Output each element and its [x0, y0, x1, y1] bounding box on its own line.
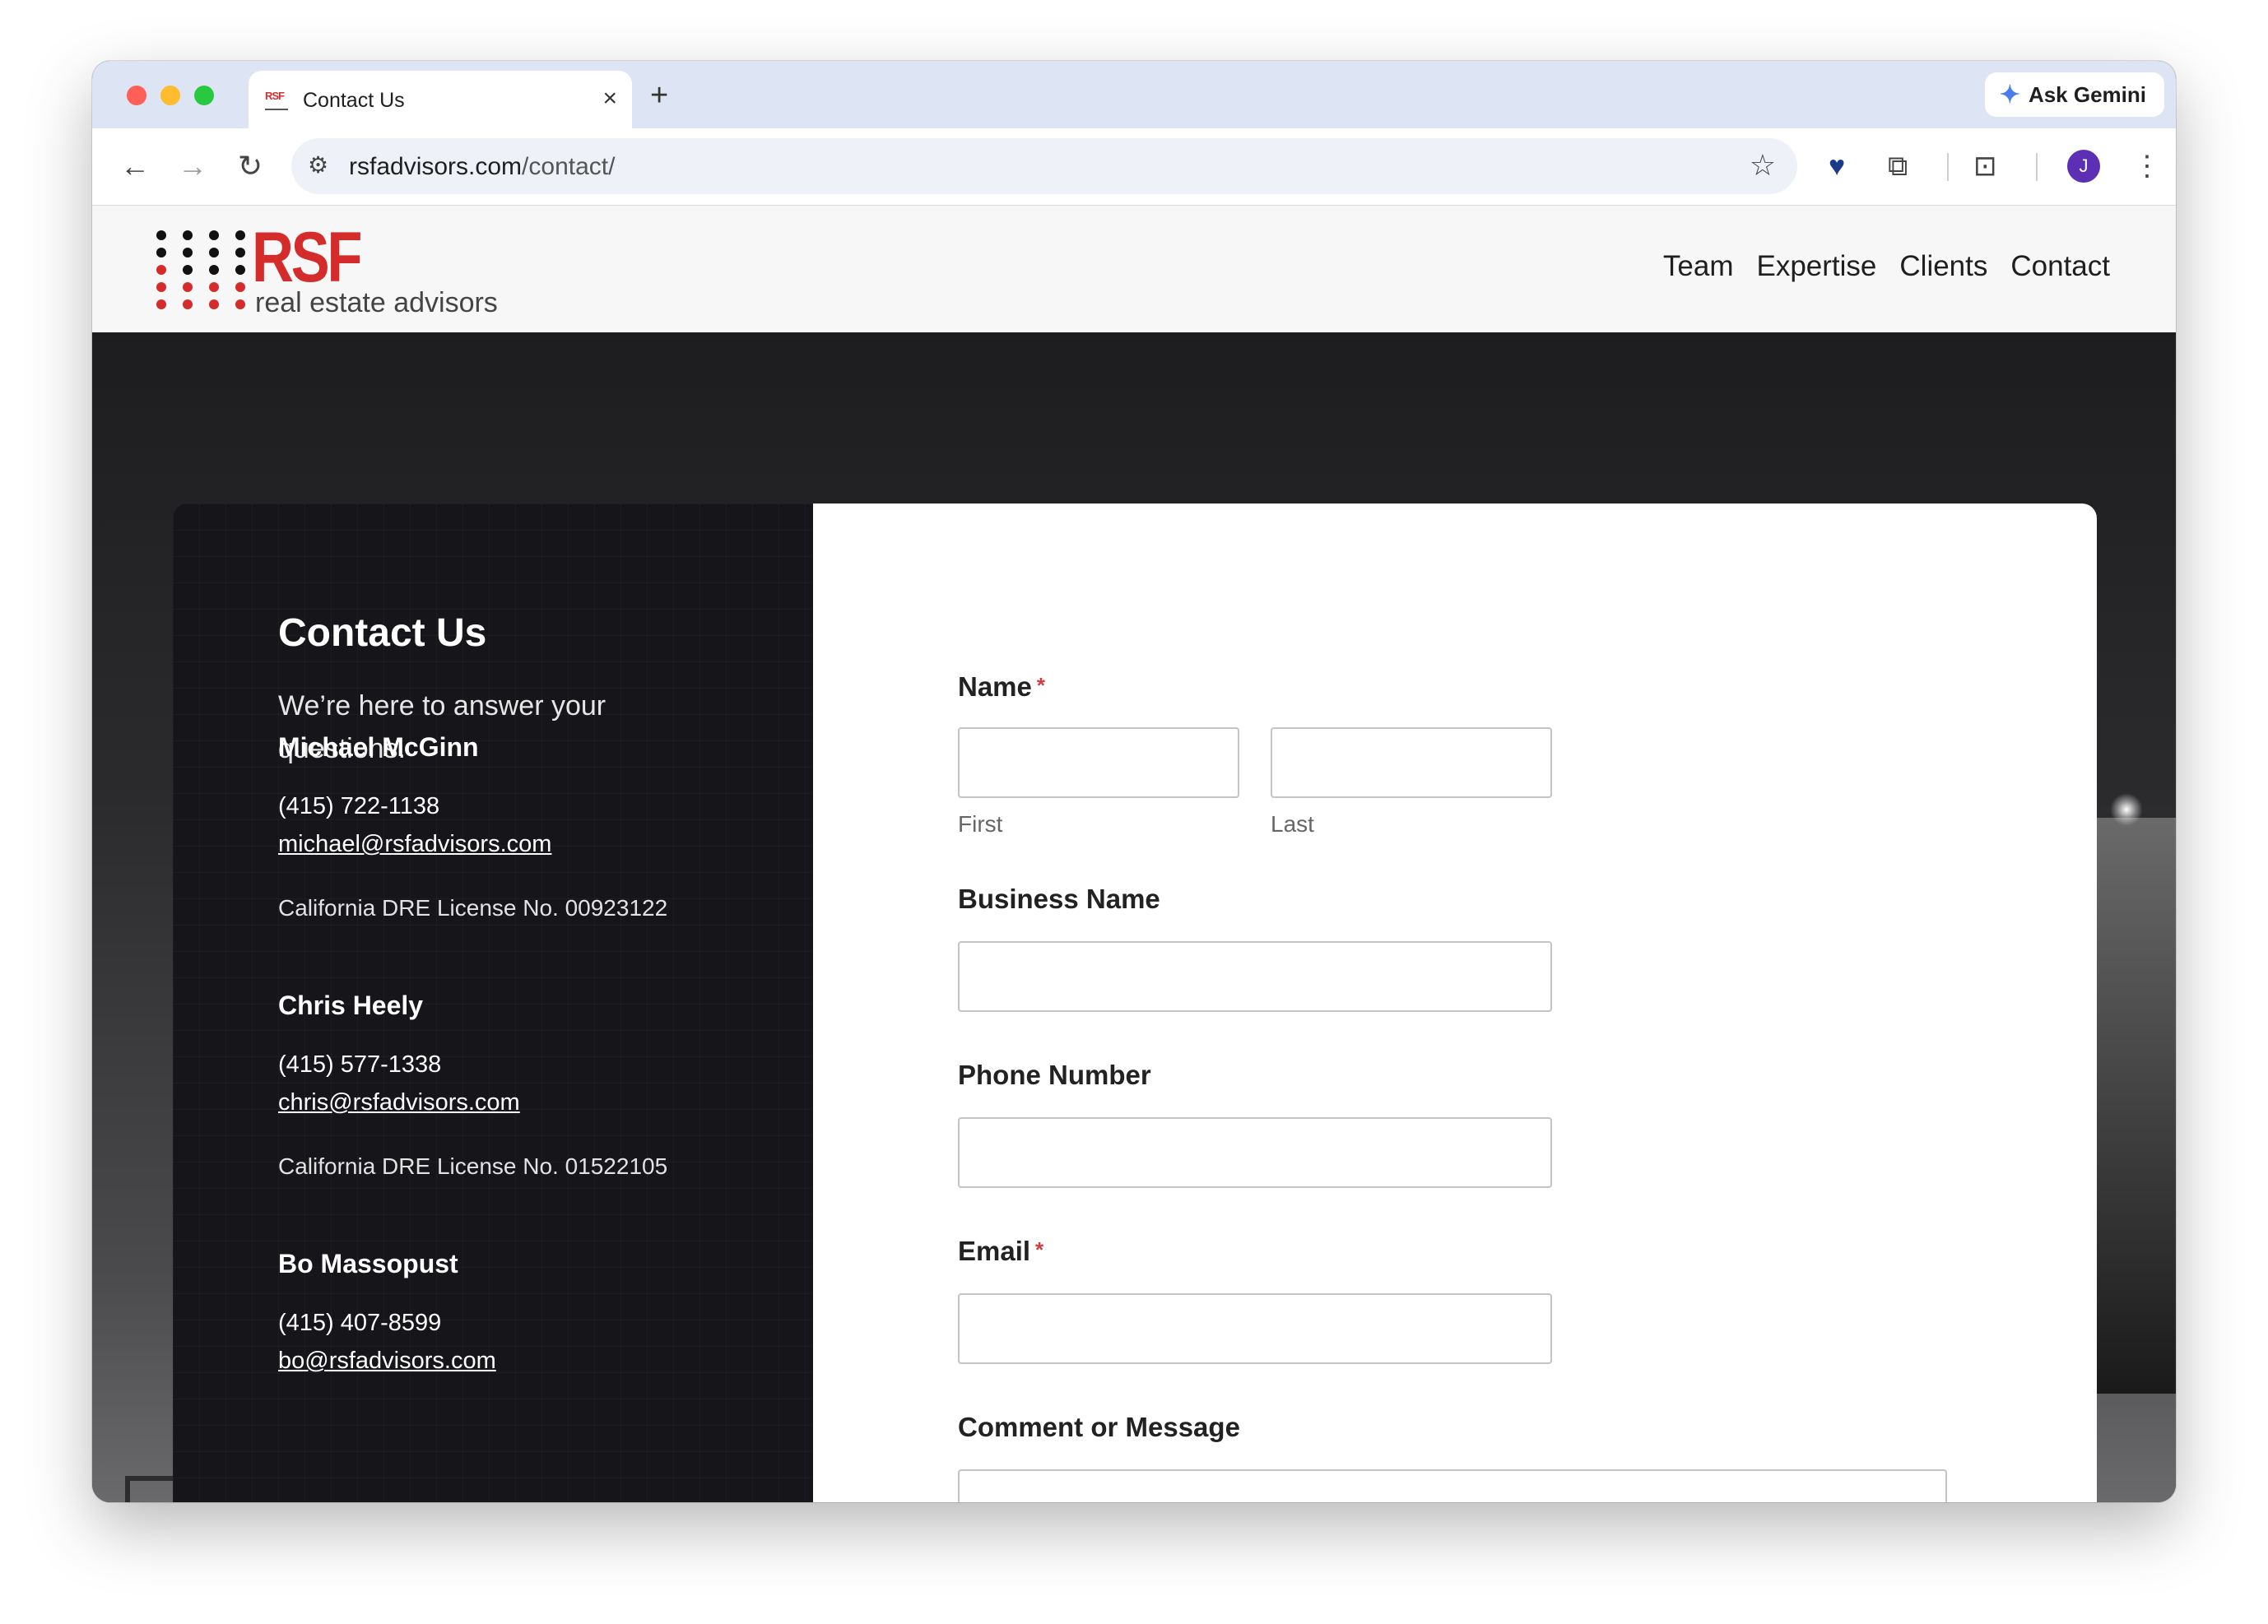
logo-dot — [156, 282, 166, 292]
extensions-puzzle-icon[interactable]: ⧉ — [1888, 148, 1908, 184]
contact-info-panel: Contact Us We’re here to answer your que… — [173, 503, 813, 1502]
last-sublabel: Last — [1271, 811, 1314, 837]
bookmark-star-icon[interactable]: ☆ — [1750, 148, 1776, 183]
person-phone[interactable]: (415) 722-1138 — [278, 793, 439, 820]
bridge-image — [2097, 818, 2176, 1394]
password-manager-icon[interactable]: ♥ — [1829, 148, 1845, 184]
toolbar-divider — [2036, 153, 2038, 181]
new-tab-button[interactable]: + — [650, 72, 668, 118]
person-email-link[interactable]: bo@rsfadvisors.com — [278, 1348, 496, 1375]
first-sublabel: First — [958, 811, 1003, 837]
gemini-sparkle-icon: ✦ — [1999, 81, 2020, 109]
logo-dot — [235, 282, 245, 292]
close-window-button[interactable] — [127, 86, 146, 105]
business-name-label: Business Name — [958, 884, 1160, 914]
name-label: Name * — [958, 671, 1045, 703]
browser-window: RSF Contact Us × + ✦ Ask Gemini ← → ↻ ⚙ … — [92, 61, 2176, 1502]
email-label-text: Email — [958, 1236, 1031, 1266]
url-host: rsfadvisors.com — [349, 153, 523, 180]
tab-search-icon[interactable]: ⊡ — [1973, 148, 1997, 184]
ask-gemini-button[interactable]: ✦ Ask Gemini — [1984, 72, 2164, 117]
address-bar[interactable]: ⚙ rsfadvisors.com/contact/ ☆ — [291, 138, 1797, 194]
logo-dot — [235, 265, 245, 275]
logo-dot — [235, 248, 245, 258]
site-settings-icon[interactable]: ⚙ — [308, 151, 328, 179]
browser-tab-active[interactable]: RSF Contact Us × — [249, 71, 632, 128]
logo-dot — [156, 265, 166, 275]
favicon-icon: RSF — [265, 87, 288, 110]
phone-number-label: Phone Number — [958, 1060, 1151, 1090]
url-text[interactable]: rsfadvisors.com/contact/ — [349, 153, 615, 181]
comment-textarea[interactable] — [958, 1469, 1947, 1502]
email-input[interactable] — [958, 1293, 1552, 1364]
nav-expertise-link[interactable]: Expertise — [1756, 250, 1876, 283]
back-arrow-icon[interactable]: ← — [115, 146, 155, 186]
logo-tagline: real estate advisors — [255, 287, 498, 318]
person-phone[interactable]: (415) 577-1338 — [278, 1051, 441, 1079]
required-mark: * — [1036, 673, 1046, 698]
bridge-light-flare — [2110, 793, 2143, 826]
person-email-link[interactable]: michael@rsfadvisors.com — [278, 831, 551, 858]
logo-dot — [183, 282, 193, 292]
logo-dot — [209, 299, 219, 309]
logo-dot — [156, 230, 166, 240]
logo-dot — [209, 248, 219, 258]
person-name: Chris Heely — [278, 991, 424, 1020]
comment-label: Comment or Message — [958, 1412, 1240, 1442]
more-menu-icon[interactable]: ⋮ — [2133, 148, 2161, 184]
nav-team-link[interactable]: Team — [1663, 250, 1734, 283]
person-phone[interactable]: (415) 407-8599 — [278, 1310, 441, 1337]
logo-dot — [183, 265, 193, 275]
person-email-link[interactable]: chris@rsfadvisors.com — [278, 1089, 520, 1116]
contact-form-panel: Name * First Last Business Name Phone Num… — [813, 503, 2097, 1502]
logo-dot — [209, 265, 219, 275]
name-label-text: Name — [958, 671, 1032, 702]
minimize-window-button[interactable] — [160, 86, 180, 105]
first-name-input[interactable] — [958, 727, 1239, 798]
ask-gemini-label: Ask Gemini — [2028, 81, 2146, 107]
reload-icon[interactable]: ↻ — [230, 146, 270, 186]
profile-avatar[interactable]: J — [2067, 150, 2100, 183]
tab-title: Contact Us — [303, 89, 405, 112]
logo-dot — [156, 299, 166, 309]
logo-dot — [209, 282, 219, 292]
toolbar-divider — [1947, 153, 1949, 181]
person-name: Michael McGinn — [278, 732, 479, 762]
logo-dot — [209, 230, 219, 240]
main-nav: Team Expertise Clients Contact — [1663, 250, 2110, 283]
forward-arrow-icon[interactable]: → — [173, 146, 212, 186]
phone-number-input[interactable] — [958, 1117, 1552, 1188]
logo-dot — [235, 299, 245, 309]
business-name-input[interactable] — [958, 941, 1552, 1012]
email-label: Email * — [958, 1236, 1043, 1267]
logo-dot — [183, 248, 193, 258]
nav-contact-link[interactable]: Contact — [2010, 250, 2110, 283]
person-license: California DRE License No. 00923122 — [278, 895, 668, 921]
logo-dot — [183, 230, 193, 240]
maximize-window-button[interactable] — [194, 86, 214, 105]
logo-dot — [183, 299, 193, 309]
logo-wordmark[interactable]: RSF — [252, 222, 362, 293]
contact-title: Contact Us — [278, 611, 487, 655]
logo-dot — [156, 248, 166, 258]
last-name-input[interactable] — [1271, 727, 1552, 798]
nav-clients-link[interactable]: Clients — [1899, 250, 1987, 283]
logo-dot — [235, 230, 245, 240]
person-name: Bo Massopust — [278, 1249, 458, 1278]
tab-bar: RSF Contact Us × + ✦ Ask Gemini — [92, 61, 2176, 128]
site-header: RSF real estate advisors Team Expertise … — [92, 206, 2176, 332]
browser-toolbar: ← → ↻ ⚙ rsfadvisors.com/contact/ ☆ ♥ ⧉ ⊡… — [92, 128, 2176, 206]
person-license: California DRE License No. 01522105 — [278, 1153, 668, 1179]
close-tab-icon[interactable]: × — [602, 82, 617, 115]
required-mark: * — [1035, 1237, 1044, 1262]
url-path: /contact/ — [522, 153, 616, 180]
